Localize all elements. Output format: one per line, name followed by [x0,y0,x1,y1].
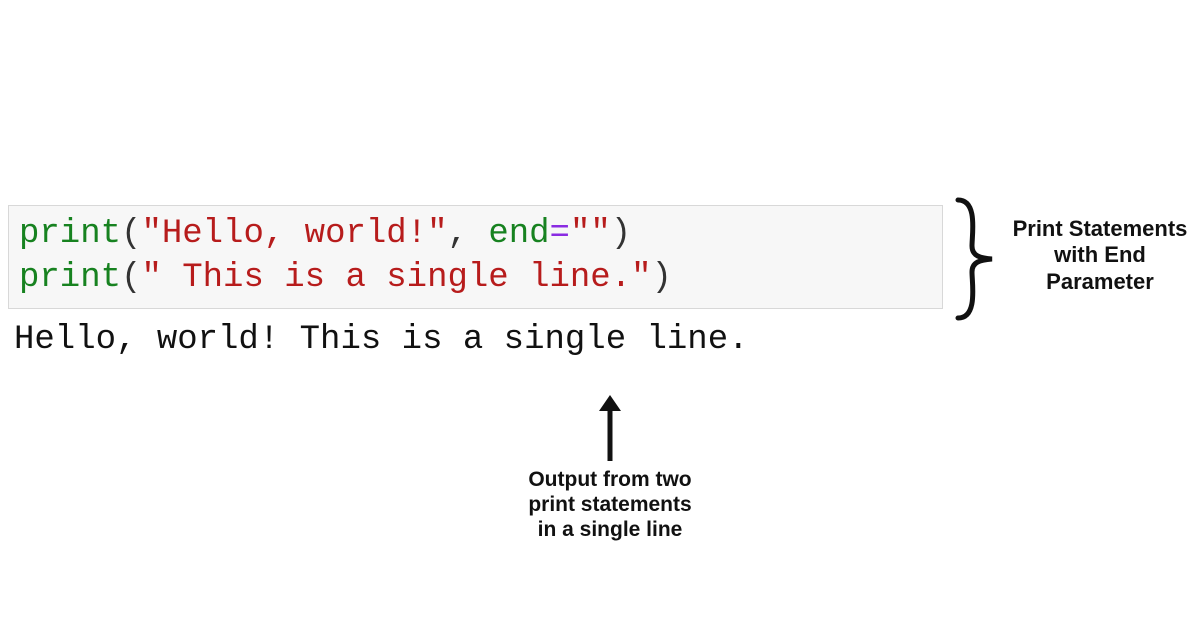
code-and-output: print("Hello, world!", end="") print(" T… [8,205,943,359]
code-token-paren-close: ) [652,259,672,297]
code-token-comma: , [448,215,489,253]
code-token-string: " This is a single line." [141,259,651,297]
code-token-keyword-end: end [488,215,549,253]
code-token-func: print [19,259,121,297]
arrow-annotation-label: Output from two print statements in a si… [520,468,700,542]
output-line: Hello, world! This is a single line. [8,309,943,359]
brace-annotation-label: Print Statements with End Parameter [1010,216,1190,295]
code-token-string: "Hello, world!" [141,215,447,253]
code-block: print("Hello, world!", end="") print(" T… [8,205,943,309]
code-token-func: print [19,215,121,253]
code-token-paren-open: ( [121,259,141,297]
code-token-paren-open: ( [121,215,141,253]
curly-brace-icon [950,194,1000,329]
code-token-equals: = [550,215,570,253]
code-token-paren-close: ) [611,215,631,253]
arrow-up-icon [595,395,625,465]
code-token-string-empty: "" [570,215,611,253]
